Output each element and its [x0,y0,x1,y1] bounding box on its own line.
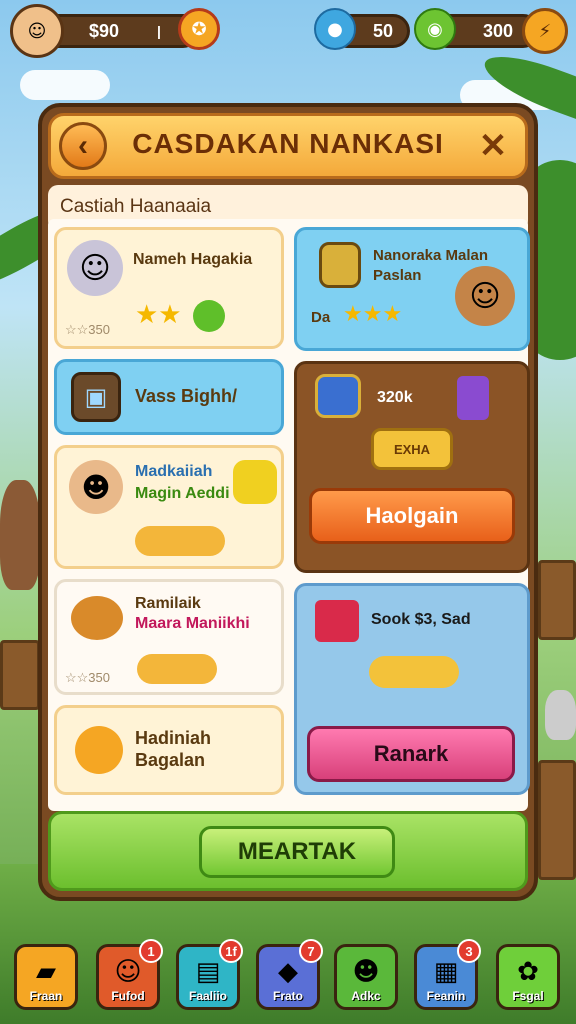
nav-badge: 7 [299,939,323,963]
cat-character [545,690,576,740]
coconut-icon [71,596,123,640]
back-button[interactable]: ‹ [59,122,107,170]
ticket-banner-icon: EXHA [371,428,453,470]
crate [538,560,576,640]
leaf-icon: ✿ [517,957,539,987]
card-title-line2: Magin Aeddi [135,485,230,502]
nav-label: Fufod [111,989,145,1003]
panel-header: ‹ CASDAKAN NANKASI ✕ [48,113,528,179]
tablet-icon [315,374,361,418]
nav-label: Adkc [351,989,381,1003]
card-price: 320k [377,389,413,406]
coin-value: $90 [89,20,120,41]
nav-label: Faaliio [188,989,227,1003]
nav-label: Frato [273,989,303,1003]
star-icon: ★★★ [343,302,403,327]
coin-counter: $90 | [40,14,200,48]
cat-avatar-icon: ☻ [69,460,123,514]
shop-card-5[interactable]: Hadiniah Bagalan [54,705,284,795]
shop-card-right-3: Sook $3, Sad Ranark [294,583,530,795]
device-icon: ▣ [71,372,121,422]
add-coins-icon[interactable]: ✪ [178,8,220,50]
shop-card-2[interactable]: ▣ Vass Bighh/ [54,359,284,435]
shop-card-right-1[interactable]: Nanoraka Malan Paslan Da ★★★ ☺ [294,227,530,351]
nav-item-2[interactable]: 1 ☺ Fufod [96,939,163,1010]
shop-card-3[interactable]: ☻ Madkaiiah Magin Aeddi [54,445,284,569]
nav-badge: 1 [139,939,163,963]
dog-character [0,480,40,590]
nav-item-3[interactable]: 1f ▤ Faaliio [176,939,243,1010]
card-title: Nameh Hagakia [133,251,253,268]
avatar-icon: ☺ [114,957,142,987]
item-grid: ☺ Nameh Hagakia ☆☆350 ★★ ▣ Vass Bighh/ ☻… [48,219,530,811]
nav-item-5[interactable]: ☻ Adkc [334,944,398,1010]
close-icon: ✕ [478,127,508,165]
shop-card-4[interactable]: Ramilaik Maara Maniikhi ☆☆350 [54,579,284,695]
energy-value: 300 [483,20,514,41]
star-ribbon-icon [137,654,217,684]
nav-badge: 3 [457,939,481,963]
card-title-line2: Paslan [373,267,422,284]
card-title-line1: Madkaiiah [135,463,213,480]
grandma-avatar-icon: ☺ [67,240,123,296]
ticket-ribbon-icon [135,526,225,556]
gem-icon: ● [314,8,356,50]
card-title-line1: Nanoraka Malan [373,247,489,264]
panel-subtitle: Castiah Haanaaia [60,196,212,217]
reward-ribbon-icon [369,656,459,688]
card-title: Vass Bighh/ [135,386,238,406]
shop-panel: ‹ CASDAKAN NANKASI ✕ Castiah Haanaaia ☺ … [38,103,538,901]
panel-title: CASDAKAN NANKASI [132,128,444,159]
nav-item-7[interactable]: ✿ Fsgal [496,944,560,1010]
friend-icon: ☻ [352,957,380,987]
nav-label: Fsgal [512,989,544,1003]
chevron-left-icon: ‹ [78,129,88,162]
confirm-button[interactable]: MEARTAK [199,826,395,878]
card-title-line1: Hadiniah [135,728,212,748]
crate [538,760,576,880]
buy-button-pink[interactable]: Ranark [307,726,515,782]
lightning-icon[interactable]: ⚡ [522,8,568,54]
card-sub: Da [311,309,331,326]
crystal-icon [457,376,489,420]
cloud [20,70,110,100]
ruby-icon [315,600,359,642]
energy-icon: ◉ [414,8,456,50]
crate [0,640,40,710]
green-coin-icon [193,300,225,332]
nav-item-6[interactable]: 3 ▦ Feanin [414,939,481,1010]
ticket-text: EXHA [393,441,431,457]
card-icon: ▤ [195,957,221,987]
card-price: ☆☆350 [65,670,110,685]
nav-badge: 1f [219,939,243,963]
fox-avatar-icon: ☺ [455,266,515,326]
cube-icon: ◆ [278,957,298,987]
nav-item-1[interactable]: ▰ Fraan [14,944,78,1010]
star-icon: ★★ [135,300,182,330]
banana-icon [75,726,123,774]
card-price: ☆☆350 [65,322,110,337]
card-title-line2: Bagalan [135,750,206,770]
shop-card-1[interactable]: ☺ Nameh Hagakia ☆☆350 ★★ [54,227,284,349]
treasure-icon: ▦ [433,957,459,987]
gem-value: 50 [373,20,394,41]
ticket-icon [233,460,277,504]
nav-item-4[interactable]: 7 ◆ Frato [256,939,323,1010]
buy-button-orange[interactable]: Haolgain [309,488,515,544]
card-title-line2: Maara Maniikhi [135,615,250,632]
card-price: Sook $3, Sad [371,611,471,628]
box-icon: ▰ [36,957,56,987]
shop-card-right-2: 320k EXHA Haolgain [294,361,530,573]
map-icon [319,242,361,288]
nav-label: Feanin [426,989,466,1003]
close-button[interactable]: ✕ [471,124,515,168]
nav-label: Fraan [29,989,63,1003]
card-title-line1: Ramilaik [135,595,201,612]
player-avatar[interactable]: ☺ [10,4,64,58]
confirm-bar: MEARTAK [48,811,528,891]
